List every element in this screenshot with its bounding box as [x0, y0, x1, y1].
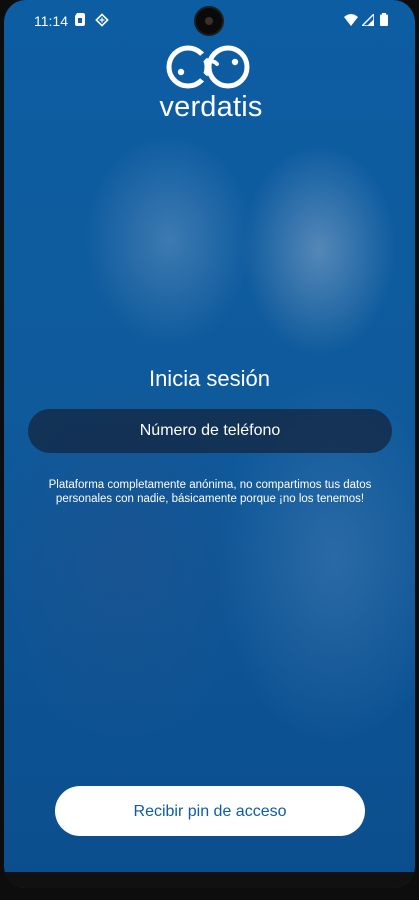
sim-card-icon [75, 13, 85, 31]
wifi-icon [344, 13, 358, 31]
app-notification-icon [95, 13, 109, 32]
login-title: Inicia sesión [148, 366, 271, 391]
privacy-disclaimer: Plataforma completamente anónima, no com… [48, 479, 372, 505]
front-camera [196, 8, 222, 34]
verdatis-logo-icon [166, 45, 250, 89]
battery-icon [380, 13, 388, 31]
brand-logo: verdatis [159, 44, 263, 124]
status-time: 11:14 [34, 13, 68, 29]
cellular-signal-icon [360, 12, 375, 31]
brand-name: verdatis [159, 91, 263, 123]
phone-number-input[interactable] [28, 409, 392, 453]
request-pin-button[interactable]: Recibir pin de acceso [55, 786, 365, 836]
navigation-bar [4, 872, 415, 888]
